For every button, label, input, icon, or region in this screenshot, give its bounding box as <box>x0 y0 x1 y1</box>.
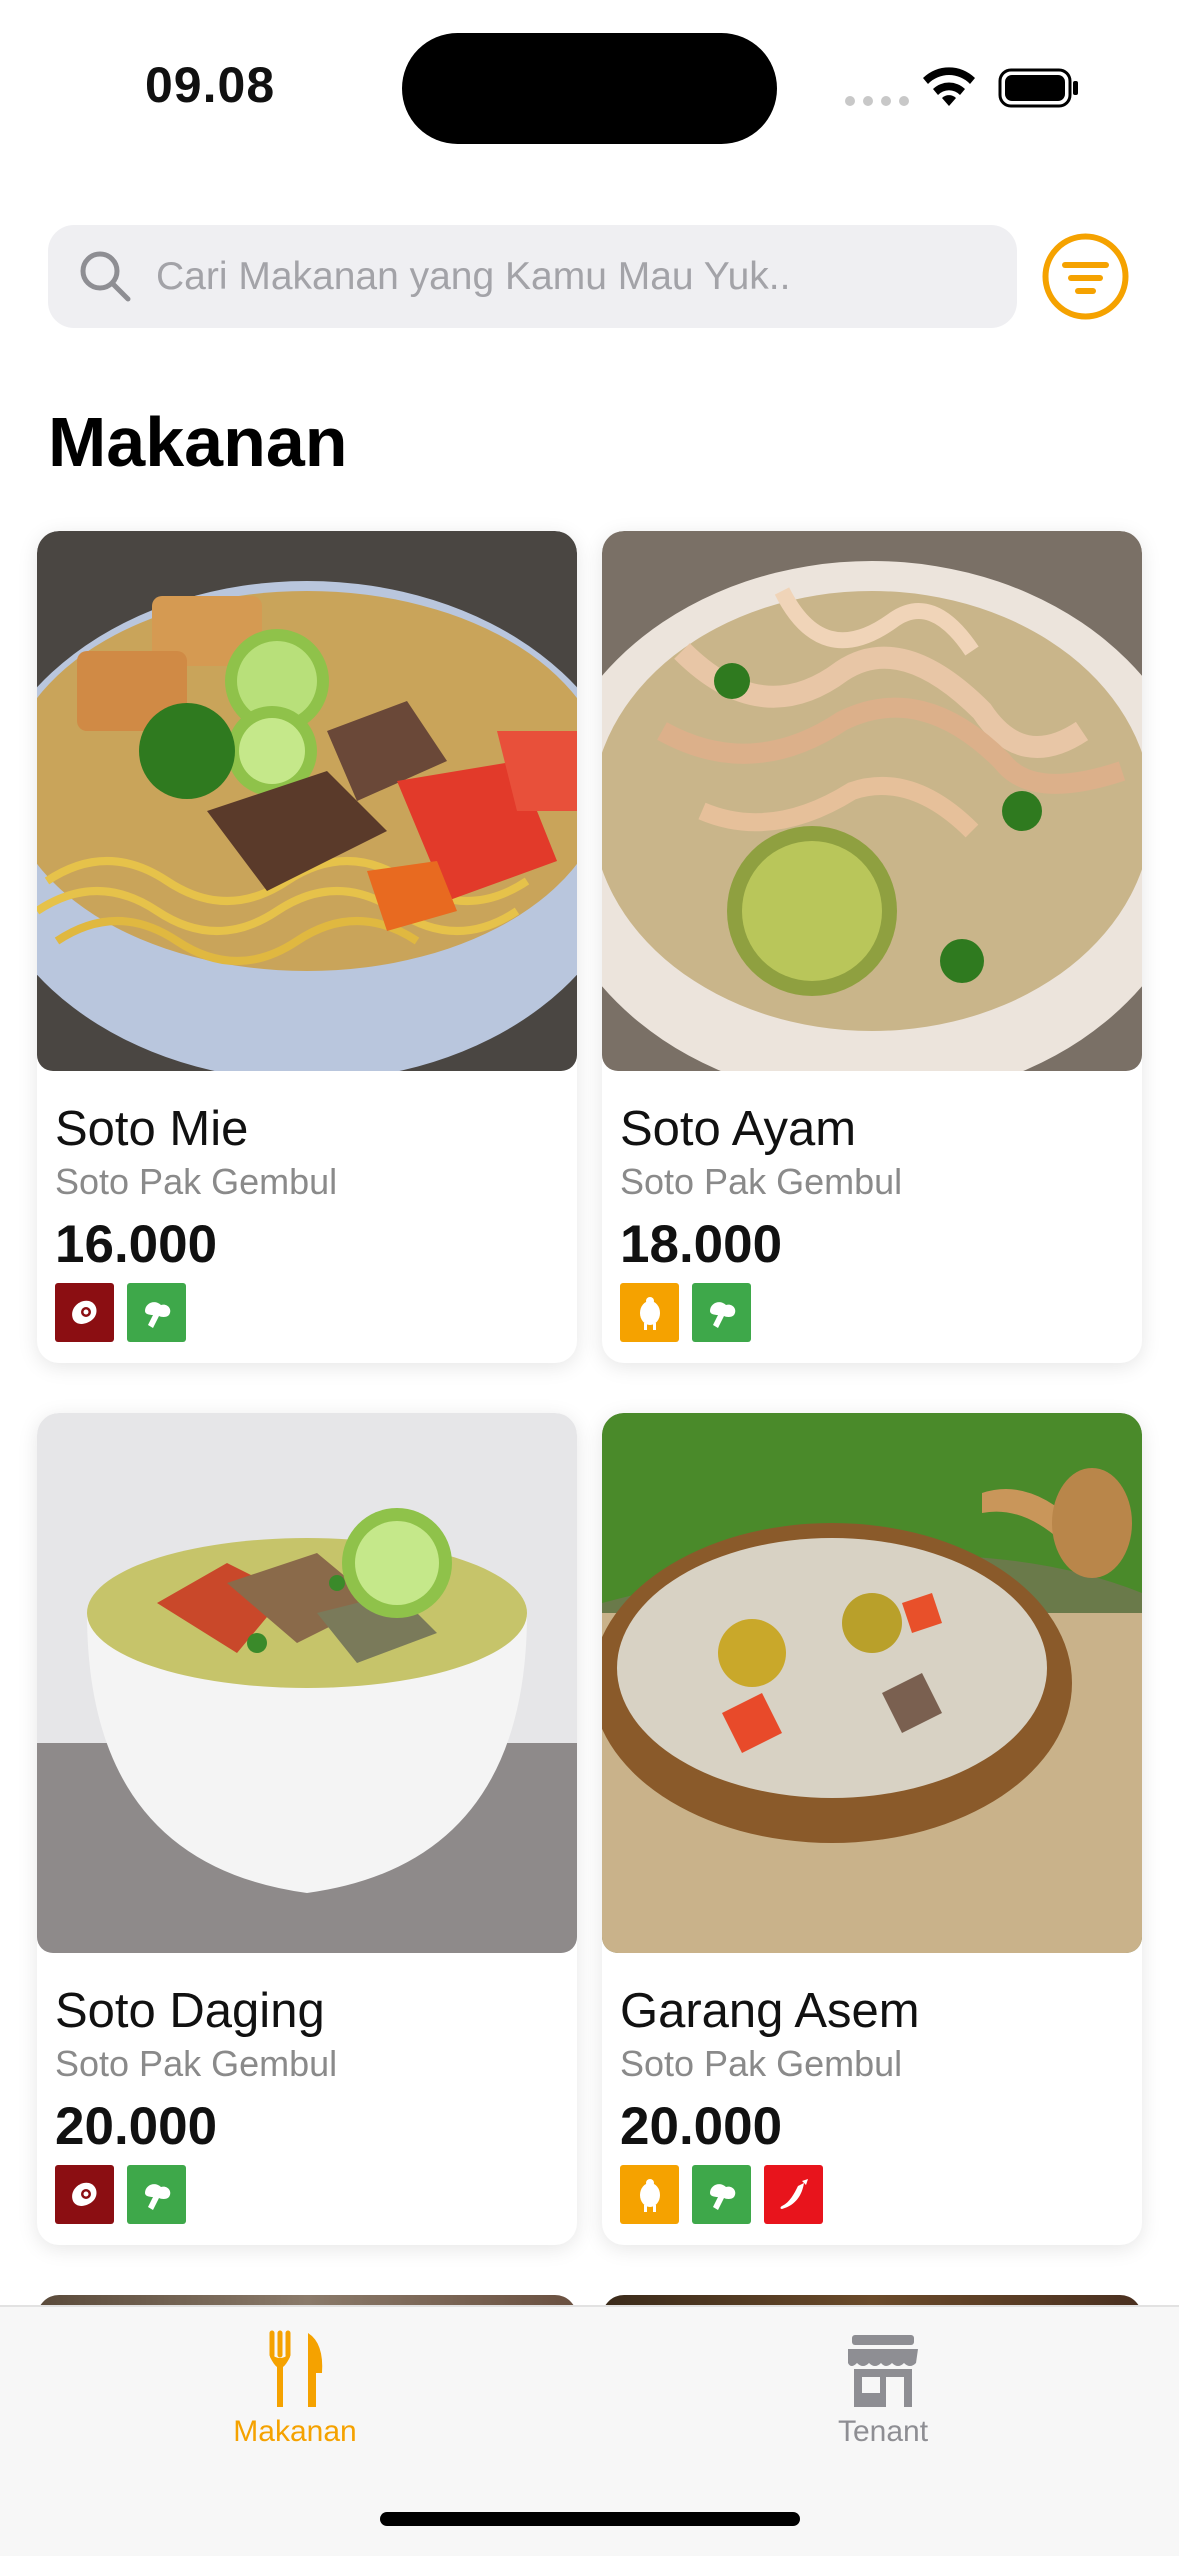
wifi-icon <box>923 67 975 106</box>
beef-icon <box>55 1283 114 1342</box>
food-tenant: Soto Pak Gembul <box>55 2043 338 2084</box>
food-name: Soto Mie <box>55 1102 249 1156</box>
food-tags <box>620 2165 823 2224</box>
food-tags <box>620 1283 751 1342</box>
vegetable-icon <box>692 2165 751 2224</box>
beef-icon <box>55 2165 114 2224</box>
food-image <box>602 1413 1142 1953</box>
tab-makanan[interactable]: Makanan <box>145 2307 445 2457</box>
food-card-soto-ayam[interactable]: Soto Ayam Soto Pak Gembul 18.000 <box>602 531 1142 1363</box>
vegetable-icon <box>127 2165 186 2224</box>
food-price: 20.000 <box>620 2097 783 2156</box>
chicken-icon <box>620 1283 679 1342</box>
tab-label: Tenant <box>837 2415 929 2448</box>
home-indicator <box>380 2512 800 2526</box>
food-price: 18.000 <box>620 1215 783 1274</box>
battery-icon <box>998 68 1078 108</box>
food-name: Soto Daging <box>55 1984 325 2038</box>
section-title: Makanan <box>48 403 348 481</box>
search-icon <box>80 251 131 302</box>
food-price: 20.000 <box>55 2097 218 2156</box>
food-price: 16.000 <box>55 1215 218 1274</box>
food-card-soto-mie[interactable]: Soto Mie Soto Pak Gembul 16.000 <box>37 531 577 1363</box>
food-tags <box>55 2165 186 2224</box>
food-tenant: Soto Pak Gembul <box>620 2043 903 2084</box>
store-icon <box>848 2335 918 2407</box>
food-image <box>37 531 577 1071</box>
status-time: 09.08 <box>145 57 276 113</box>
status-bar: 09.08 <box>0 0 1179 150</box>
chili-icon <box>764 2165 823 2224</box>
food-image <box>602 531 1142 1071</box>
filter-icon[interactable] <box>1041 232 1130 321</box>
food-name: Garang Asem <box>620 1984 920 2038</box>
food-image <box>37 1413 577 1953</box>
chicken-icon <box>620 2165 679 2224</box>
tab-tenant[interactable]: Tenant <box>733 2307 1033 2457</box>
vegetable-icon <box>127 1283 186 1342</box>
food-tenant: Soto Pak Gembul <box>55 1161 338 1202</box>
tab-label: Makanan <box>233 2415 357 2448</box>
food-card-garang-asem[interactable]: Garang Asem Soto Pak Gembul 20.000 <box>602 1413 1142 2245</box>
fork-knife-icon <box>269 2330 323 2407</box>
food-tenant: Soto Pak Gembul <box>620 1161 903 1202</box>
food-tags <box>55 1283 186 1342</box>
food-name: Soto Ayam <box>620 1102 857 1156</box>
screen: 09.08 Makanan <box>0 0 1179 2556</box>
vegetable-icon <box>692 1283 751 1342</box>
search-input[interactable] <box>156 225 996 328</box>
dynamic-island <box>402 33 777 144</box>
food-card-soto-daging[interactable]: Soto Daging Soto Pak Gembul 20.000 <box>37 1413 577 2245</box>
search-bar[interactable] <box>48 225 1017 328</box>
cellular-signal-icon <box>845 96 909 106</box>
